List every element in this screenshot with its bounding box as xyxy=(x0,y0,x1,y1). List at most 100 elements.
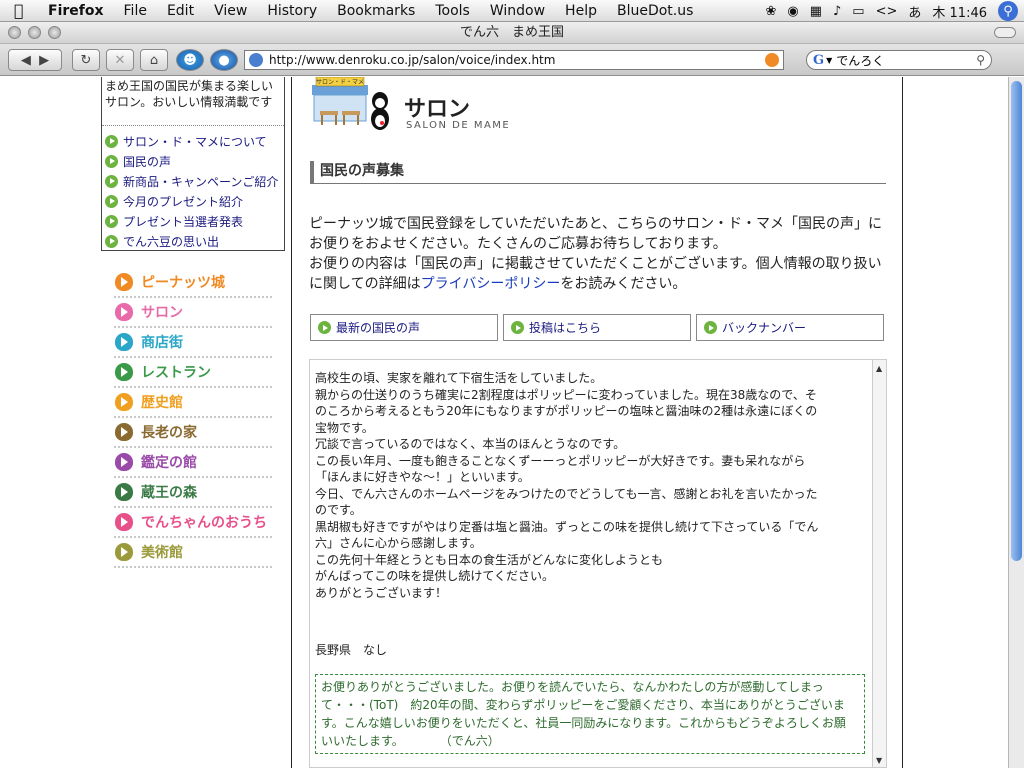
menu-window[interactable]: Window xyxy=(490,3,545,19)
nav-bean-icon xyxy=(115,333,133,351)
salon-link-about[interactable]: サロン・ド・マメについて xyxy=(102,131,284,151)
addon-user-button[interactable]: ☻ xyxy=(176,49,204,71)
stop-button[interactable]: ✕ xyxy=(106,49,134,71)
menu-edit[interactable]: Edit xyxy=(167,3,194,19)
tab-post-here[interactable]: 投稿はこちら xyxy=(503,314,691,341)
nav-label[interactable]: でんちゃんのおうち xyxy=(141,512,267,532)
link-label[interactable]: サロン・ド・マメについて xyxy=(123,133,267,150)
growl-icon[interactable]: ❀ xyxy=(765,4,776,19)
nav-label[interactable]: ピーナッツ城 xyxy=(141,272,225,292)
apple-menu-icon[interactable]:  xyxy=(14,1,40,20)
letter-line: 宝物です。 xyxy=(315,420,374,435)
privacy-policy-link[interactable]: プライバシーポリシー xyxy=(421,276,561,292)
menu-bookmarks[interactable]: Bookmarks xyxy=(337,3,415,19)
page-content: まめ王国の国民が集まる楽しいサロン。おいしい情報満載です サロン・ド・マメについ… xyxy=(0,77,1008,768)
reload-button[interactable]: ↻ xyxy=(72,49,100,71)
zoom-window-button[interactable] xyxy=(48,26,61,39)
nav-salon[interactable]: サロン xyxy=(114,298,272,328)
input-method-indicator[interactable]: あ xyxy=(908,2,921,21)
nav-label[interactable]: 長老の家 xyxy=(141,422,197,442)
menu-file[interactable]: File xyxy=(124,3,147,19)
menu-history[interactable]: History xyxy=(267,3,317,19)
link-label[interactable]: でん六豆の思い出 xyxy=(123,233,219,250)
nav-label[interactable]: 蔵王の森 xyxy=(141,482,197,502)
forward-arrow-icon[interactable]: ▶ xyxy=(39,53,49,68)
url-bar[interactable]: http://www.denroku.co.jp/salon/voice/ind… xyxy=(244,50,784,70)
tab-label[interactable]: バックナンバー xyxy=(722,319,806,336)
battery-icon[interactable]: ▭ xyxy=(852,4,864,19)
back-forward-buttons[interactable]: ◀ ▶ xyxy=(8,49,62,71)
nav-appraisal-hall[interactable]: 鑑定の館 xyxy=(114,448,272,478)
nav-history-hall[interactable]: 歴史館 xyxy=(114,388,272,418)
browser-toolbar: ◀ ▶ ↻ ✕ ⌂ ☻ ● http://www.denroku.co.jp/s… xyxy=(0,44,1024,76)
scroll-up-arrow-icon[interactable]: ▲ xyxy=(876,364,882,373)
nav-restaurant[interactable]: レストラン xyxy=(114,358,272,388)
calendar-icon[interactable]: ▦ xyxy=(810,4,822,19)
url-text[interactable]: http://www.denroku.co.jp/salon/voice/ind… xyxy=(269,53,555,67)
salon-logo-icon: サロン・ド・マメ xyxy=(312,77,389,130)
home-button[interactable]: ⌂ xyxy=(140,49,168,71)
nav-label[interactable]: 商店街 xyxy=(141,332,183,352)
nav-bean-icon xyxy=(115,453,133,471)
nav-elder-house[interactable]: 長老の家 xyxy=(114,418,272,448)
search-magnifier-icon[interactable]: ⚲ xyxy=(976,53,985,67)
tab-latest-voices[interactable]: 最新の国民の声 xyxy=(310,314,498,341)
page-scrollbar[interactable] xyxy=(1008,77,1024,768)
addon-bluedot-button[interactable]: ● xyxy=(210,49,238,71)
menu-app-name[interactable]: Firefox xyxy=(48,3,104,19)
letter-line: 今日、でん六さんのホームページをみつけたのでどうしても一言、感謝とお礼を言いたか… xyxy=(315,486,818,501)
menu-tools[interactable]: Tools xyxy=(435,3,470,19)
nav-label[interactable]: 美術館 xyxy=(141,542,183,562)
scroll-down-arrow-icon[interactable]: ▼ xyxy=(876,756,882,765)
toolbar-toggle-button[interactable] xyxy=(994,27,1016,38)
link-label[interactable]: プレゼント当選者発表 xyxy=(123,213,243,230)
nav-label[interactable]: サロン xyxy=(141,302,183,322)
quicksilver-icon[interactable]: ◉ xyxy=(787,4,798,19)
nav-label[interactable]: 歴史館 xyxy=(141,392,183,412)
tab-back-numbers[interactable]: バックナンバー xyxy=(696,314,884,341)
volume-icon[interactable]: ♪ xyxy=(833,4,841,19)
main-column: サロン・ド・マメ サロン SALON DE MAME 国民の声募集 ピーナッツ城… xyxy=(291,77,903,768)
letter-scrollbar[interactable]: ▲ ▼ xyxy=(872,360,886,767)
google-engine-icon[interactable]: G xyxy=(813,53,824,68)
close-window-button[interactable] xyxy=(8,26,21,39)
salon-link-winners[interactable]: プレゼント当選者発表 xyxy=(102,211,284,231)
arrow-bullet-icon xyxy=(105,154,118,168)
minimize-window-button[interactable] xyxy=(28,26,41,39)
link-label[interactable]: 新商品・キャンペーンご紹介 xyxy=(123,173,278,190)
menu-help[interactable]: Help xyxy=(565,3,597,19)
search-input[interactable]: でんろく xyxy=(836,52,884,69)
svg-text:サロン・ド・マメ: サロン・ド・マメ xyxy=(316,79,364,86)
link-label[interactable]: 今月のプレゼント紹介 xyxy=(123,193,243,210)
letter-line: がんばってこの味を提供し続けてください。 xyxy=(315,569,555,583)
menu-view[interactable]: View xyxy=(214,3,247,19)
arrow-bullet-icon xyxy=(511,321,524,334)
salon-link-new-products[interactable]: 新商品・キャンペーンご紹介 xyxy=(102,171,284,191)
nav-shopping-street[interactable]: 商店街 xyxy=(114,328,272,358)
tab-label[interactable]: 最新の国民の声 xyxy=(336,319,420,336)
nav-peanut-castle[interactable]: ピーナッツ城 xyxy=(114,268,272,298)
network-icon[interactable]: <> xyxy=(876,4,898,19)
menu-clock[interactable]: 木 11:46 xyxy=(932,2,987,21)
intro-text: をお読みください。 xyxy=(560,276,687,292)
tab-label[interactable]: 投稿はこちら xyxy=(529,319,601,336)
page-scroll-thumb[interactable] xyxy=(1011,81,1022,561)
letter-line: この先何十年経とうとも日本の食生活がどんなに変化しようとも xyxy=(315,552,664,567)
nav-label[interactable]: 鑑定の館 xyxy=(141,452,197,472)
salon-link-memories[interactable]: でん六豆の思い出 xyxy=(102,231,284,251)
search-bar[interactable]: G ▼ でんろく ⚲ xyxy=(806,50,992,70)
nav-label[interactable]: レストラン xyxy=(141,362,211,382)
page-title: サロン xyxy=(404,97,471,122)
salon-link-voice[interactable]: 国民の声 xyxy=(102,151,284,171)
menu-bluedot[interactable]: BlueDot.us xyxy=(617,3,693,19)
back-arrow-icon[interactable]: ◀ xyxy=(21,53,31,68)
link-label[interactable]: 国民の声 xyxy=(123,153,171,170)
salon-link-present[interactable]: 今月のプレゼント紹介 xyxy=(102,191,284,211)
rss-feed-icon[interactable] xyxy=(765,53,779,67)
nav-denchan-house[interactable]: でんちゃんのおうち xyxy=(114,508,272,538)
engine-dropdown-icon[interactable]: ▼ xyxy=(826,56,832,65)
voice-letter-frame[interactable]: 高校生の頃、実家を離れて下宿生活をしていました。 親からの仕送りのうち確実に2割… xyxy=(309,359,887,768)
nav-zao-forest[interactable]: 蔵王の森 xyxy=(114,478,272,508)
spotlight-icon[interactable]: ⚲ xyxy=(998,1,1018,21)
nav-art-museum[interactable]: 美術館 xyxy=(114,538,272,568)
